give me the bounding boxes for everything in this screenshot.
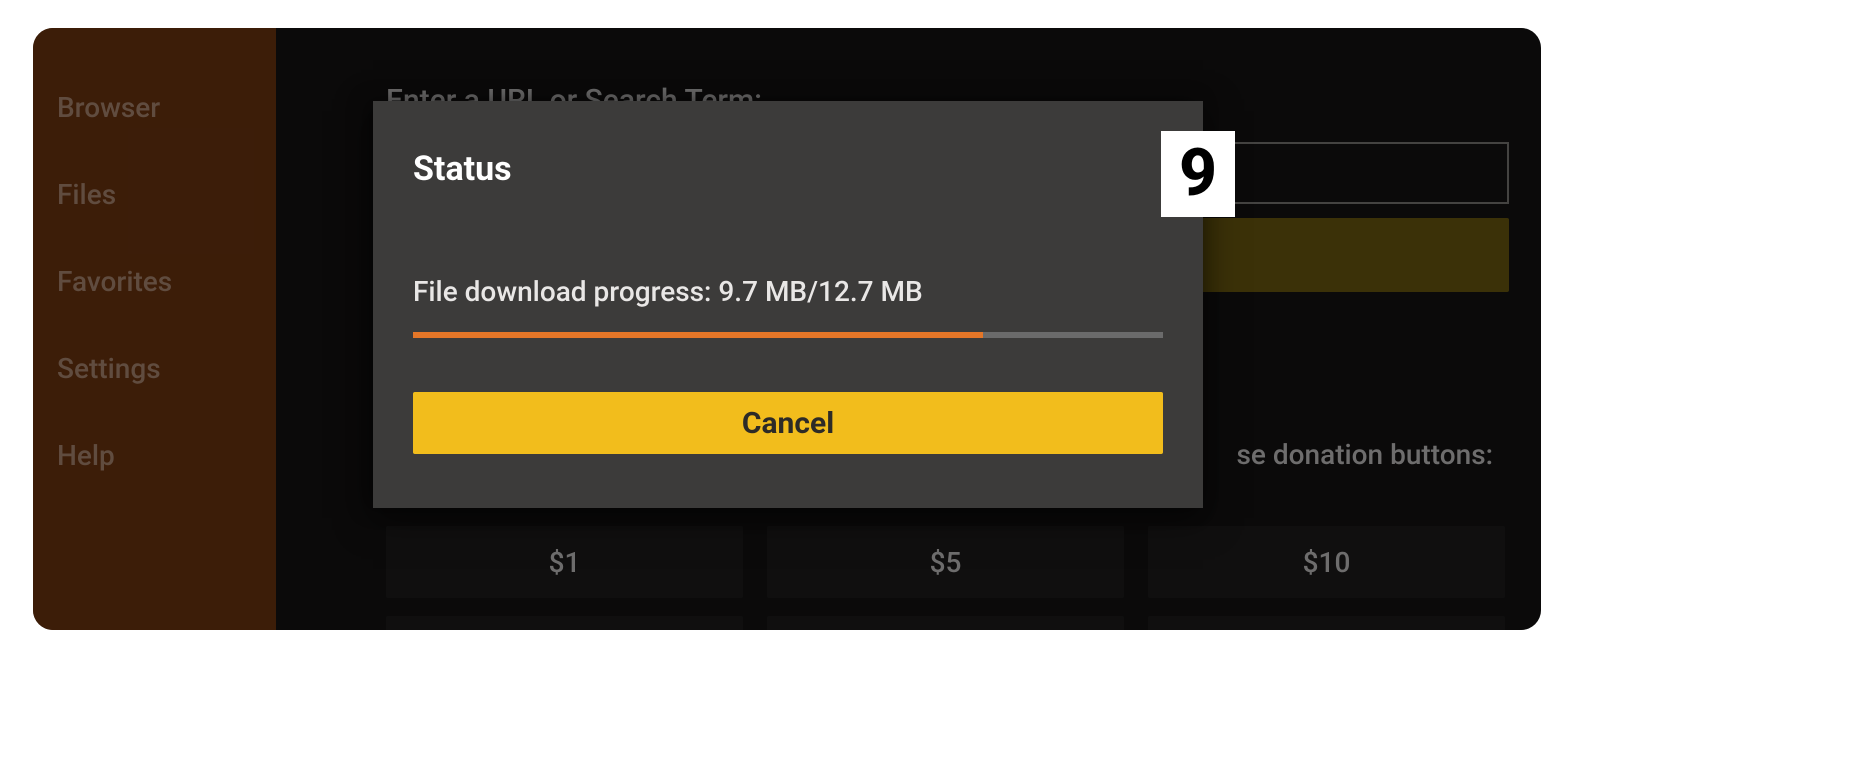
progress-label: File download progress: 9.7 MB/12.7 MB <box>413 275 1163 308</box>
progress-bar <box>413 332 1163 338</box>
modal-title: Status <box>413 149 1163 189</box>
app-window: Browser Files Favorites Settings Help En… <box>33 28 1541 630</box>
screenshot-canvas: Browser Files Favorites Settings Help En… <box>0 0 1849 772</box>
status-modal: Status File download progress: 9.7 MB/12… <box>373 101 1203 508</box>
progress-bar-fill <box>413 332 983 338</box>
cancel-button[interactable]: Cancel <box>413 392 1163 454</box>
step-badge: 9 <box>1161 131 1235 217</box>
